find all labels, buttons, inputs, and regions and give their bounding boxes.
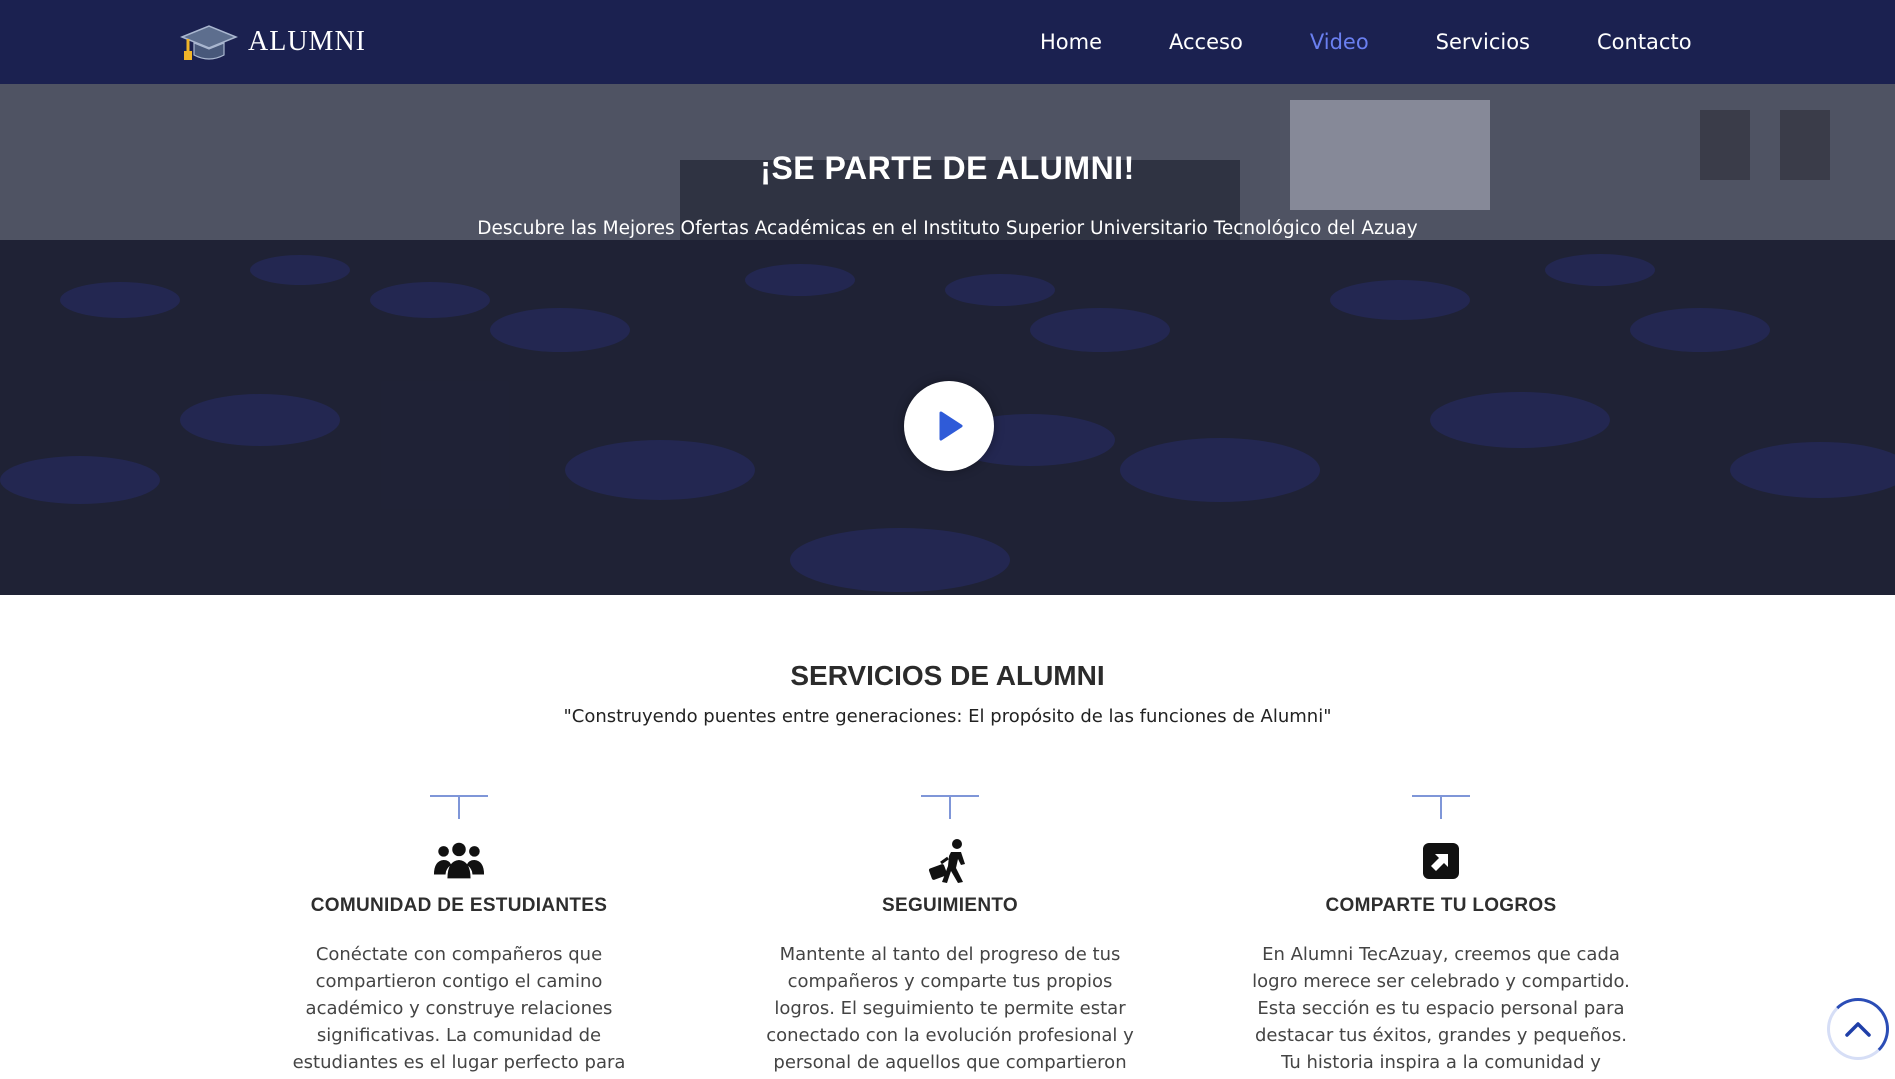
top-navbar: ALUMNI Home Acceso Video Servicios Conta… [0, 0, 1895, 84]
hero-subtitle: Descubre las Mejores Ofertas Académicas … [477, 218, 1418, 239]
card-text: Conéctate con compañeros que compartiero… [292, 944, 626, 1073]
card-title: COMPARTE TU LOGROS [1325, 895, 1557, 916]
person-walking-luggage-icon [924, 837, 976, 885]
nav-acceso[interactable]: Acceso [1169, 30, 1243, 54]
scroll-to-top-button[interactable] [1827, 998, 1889, 1060]
play-video-button[interactable] [904, 381, 994, 471]
card-text: En Alumni TecAzuay, creemos que cada log… [1252, 944, 1630, 1073]
share-square-icon [1415, 837, 1467, 885]
play-icon [939, 411, 963, 441]
decorative-line [1412, 795, 1470, 819]
chevron-up-icon [1845, 1022, 1871, 1037]
services-subtitle: "Construyendo puentes entre generaciones… [563, 706, 1332, 727]
nav-servicios[interactable]: Servicios [1436, 30, 1530, 54]
card-title: SEGUIMIENTO [882, 895, 1018, 916]
hero-overlay [0, 0, 1895, 595]
decorative-line [430, 795, 488, 819]
main-nav: Home Acceso Video Servicios Contacto [1040, 0, 1692, 84]
service-card-seguimiento: SEGUIMIENTO Mantente al tanto del progre… [750, 795, 1150, 1076]
nav-home[interactable]: Home [1040, 30, 1102, 54]
users-group-icon [433, 837, 485, 885]
services-title: SERVICIOS DE ALUMNI [790, 660, 1105, 691]
card-text: Mantente al tanto del progreso de tus co… [766, 944, 1134, 1073]
brand-name: ALUMNI [248, 26, 366, 57]
service-card-logros: COMPARTE TU LOGROS En Alumni TecAzuay, c… [1241, 795, 1641, 1076]
card-title: COMUNIDAD DE ESTUDIANTES [310, 895, 608, 916]
brand-logo[interactable]: ALUMNI [178, 17, 366, 67]
nav-contacto[interactable]: Contacto [1597, 30, 1692, 54]
graduation-cap-icon [180, 25, 238, 60]
nav-video[interactable]: Video [1310, 30, 1369, 54]
decorative-line [921, 795, 979, 819]
hero-title: ¡SE PARTE DE ALUMNI! [760, 150, 1135, 186]
hero-section: ¡SE PARTE DE ALUMNI! Descubre las Mejore… [0, 0, 1895, 595]
service-card-comunidad: COMUNIDAD DE ESTUDIANTES Conéctate con c… [259, 795, 659, 1076]
